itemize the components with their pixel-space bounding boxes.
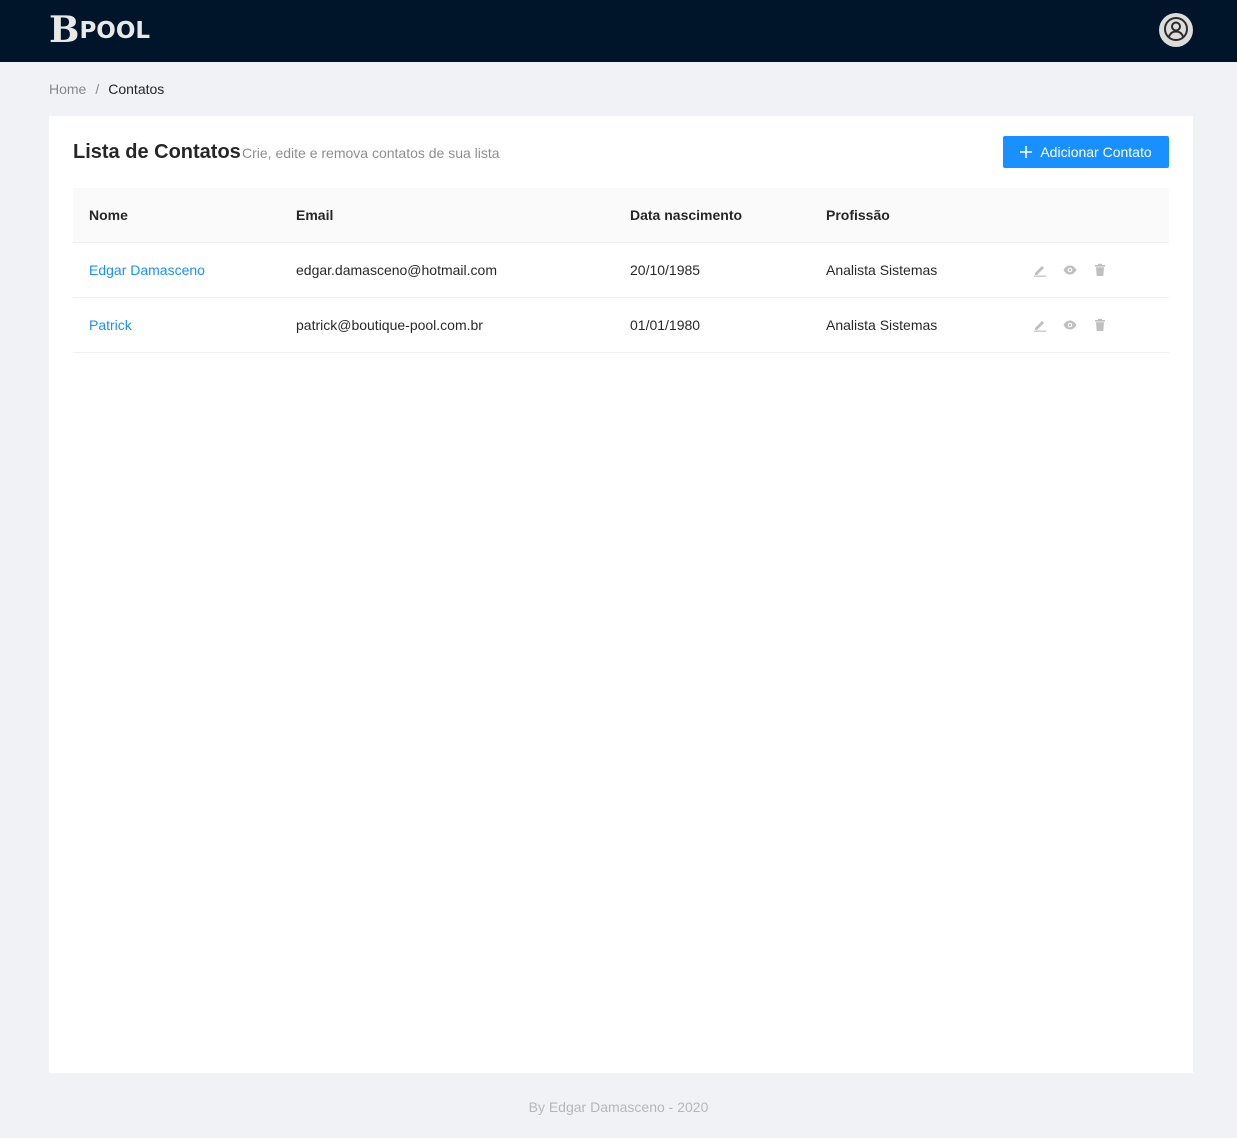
breadcrumb: Home / Contatos (49, 80, 164, 98)
cell-actions (1017, 242, 1169, 298)
contacts-table: Nome Email Data nascimento Profissão Edg… (73, 188, 1169, 353)
contact-name-link[interactable]: Edgar Damasceno (89, 262, 205, 278)
top-navbar: B POOL (0, 0, 1237, 62)
contacts-card: Lista de Contatos Crie, edite e remova c… (49, 116, 1193, 1073)
logo-mark: B (49, 9, 79, 51)
table-row: Edgar Damasceno edgar.damasceno@hotmail.… (73, 242, 1169, 298)
edit-icon[interactable] (1033, 263, 1047, 277)
cell-name: Edgar Damasceno (73, 242, 280, 298)
contact-name-link[interactable]: Patrick (89, 317, 132, 333)
add-contact-button[interactable]: Adicionar Contato (1003, 136, 1169, 168)
column-header-nome[interactable]: Nome (73, 188, 280, 243)
breadcrumb-current: Contatos (108, 81, 165, 97)
page-title: Lista de Contatos (73, 141, 241, 163)
column-header-data-nascimento[interactable]: Data nascimento (614, 188, 810, 243)
footer-credit: By Edgar Damasceno - 2020 (528, 1099, 709, 1115)
column-header-profissao[interactable]: Profissão (810, 188, 1017, 243)
page-subtitle: Crie, edite e remova contatos de sua lis… (242, 145, 500, 161)
breadcrumb-home-link[interactable]: Home (49, 81, 86, 97)
column-header-email[interactable]: Email (280, 188, 614, 243)
user-icon (1164, 16, 1188, 44)
cell-birth-date: 20/10/1985 (614, 242, 810, 298)
edit-icon[interactable] (1033, 318, 1047, 332)
breadcrumb-separator: / (95, 81, 100, 97)
cell-profession: Analista Sistemas (810, 297, 1017, 353)
table-header-row: Nome Email Data nascimento Profissão (73, 188, 1169, 243)
trash-icon[interactable] (1093, 263, 1107, 277)
logo-text: POOL (79, 18, 151, 44)
cell-birth-date: 01/01/1980 (614, 297, 810, 353)
eye-icon[interactable] (1063, 263, 1077, 277)
plus-icon (1020, 145, 1033, 159)
add-contact-label: Adicionar Contato (1040, 144, 1152, 160)
cell-actions (1017, 297, 1169, 353)
trash-icon[interactable] (1093, 318, 1107, 332)
user-avatar-button[interactable] (1159, 13, 1193, 47)
cell-email: patrick@boutique-pool.com.br (280, 297, 614, 353)
cell-name: Patrick (73, 297, 280, 353)
cell-profession: Analista Sistemas (810, 242, 1017, 298)
column-header-actions (1017, 188, 1169, 243)
cell-email: edgar.damasceno@hotmail.com (280, 242, 614, 298)
table-row: Patrick patrick@boutique-pool.com.br 01/… (73, 297, 1169, 353)
eye-icon[interactable] (1063, 318, 1077, 332)
brand-logo[interactable]: B POOL (49, 9, 151, 51)
